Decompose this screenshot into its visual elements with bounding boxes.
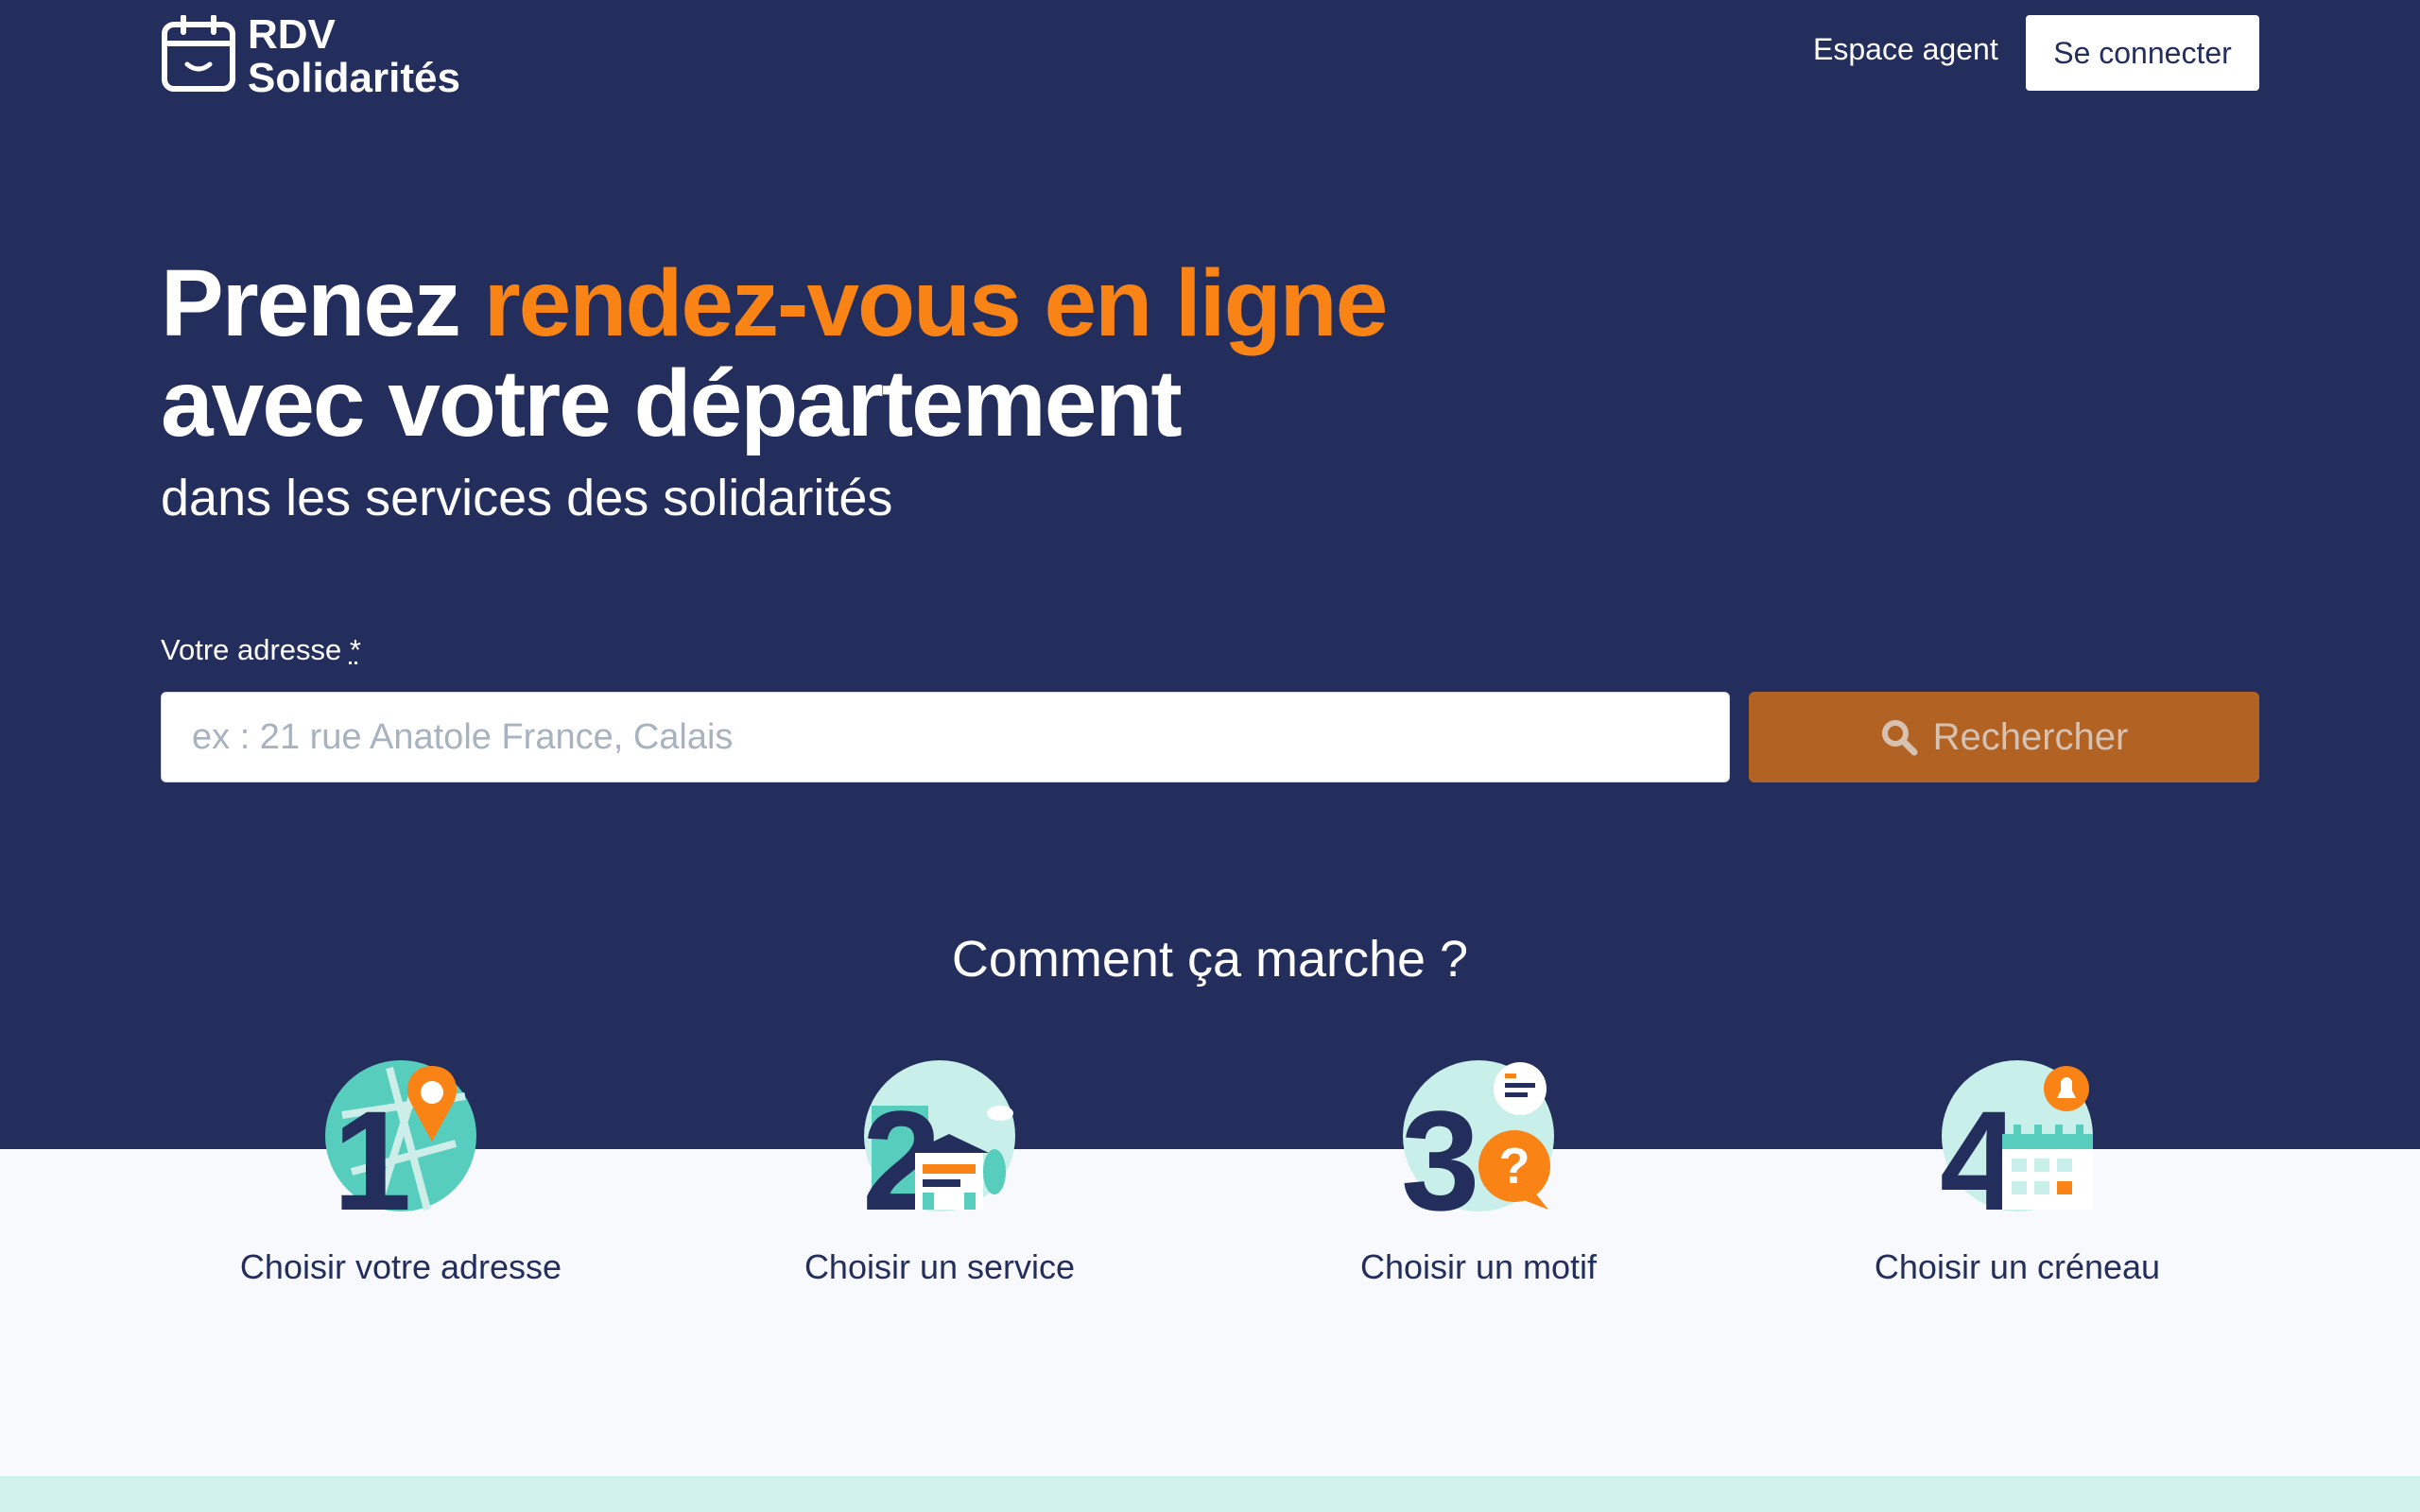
step-1: 1 Choisir votre adresse xyxy=(193,1058,609,1287)
address-label-text: Votre adresse xyxy=(161,633,350,666)
step-4: 4 Choisir un créneau xyxy=(1809,1058,2225,1287)
svg-text:3: 3 xyxy=(1401,1081,1479,1213)
search-button-label: Rechercher xyxy=(1932,715,2129,758)
how-it-works-title: Comment ça marche ? xyxy=(951,931,1469,988)
login-button[interactable]: Se connecter xyxy=(2026,15,2259,91)
step-2-label: Choisir un service xyxy=(804,1247,1076,1286)
address-label: Votre adresse * xyxy=(161,633,361,667)
svg-text:1: 1 xyxy=(333,1081,411,1213)
step-1-label: Choisir votre adresse xyxy=(239,1247,562,1286)
logo-link[interactable]: RDV Solidarités xyxy=(161,13,460,100)
step-4-label: Choisir un créneau xyxy=(1874,1247,2161,1286)
calendar-smile-icon xyxy=(162,15,235,92)
page-subtitle: dans les services des solidarités xyxy=(161,470,893,526)
required-mark: * xyxy=(349,633,361,666)
step-2: 2 Choisir un service xyxy=(732,1058,1148,1287)
step-3-label: Choisir un motif xyxy=(1359,1247,1598,1286)
search-button[interactable]: Rechercher xyxy=(1749,692,2259,782)
building-icon: 2 xyxy=(862,1060,1015,1213)
title-part-1: Prenez xyxy=(161,250,484,356)
calendar-bell-icon: 4 xyxy=(1940,1060,2093,1213)
agent-space-link[interactable]: Espace agent xyxy=(1813,32,1998,67)
address-input[interactable] xyxy=(161,692,1730,782)
title-accent: rendez-vous en ligne xyxy=(483,250,1389,356)
page-title: Prenez rendez-vous en ligne avec votre d… xyxy=(161,250,1389,456)
logo-text: RDV Solidarités xyxy=(248,13,460,100)
title-line-2: avec votre département xyxy=(161,351,1183,456)
svg-text:?: ? xyxy=(1499,1138,1530,1194)
search-icon xyxy=(1881,720,1918,756)
logo-line-1: RDV xyxy=(248,11,336,58)
question-chat-icon: 3 ? xyxy=(1401,1060,1554,1213)
map-pin-icon: 1 xyxy=(325,1060,476,1213)
footer-band xyxy=(0,1476,2420,1512)
logo-line-2: Solidarités xyxy=(248,55,460,101)
step-3: 3 ? Choisir un motif xyxy=(1270,1058,1686,1287)
